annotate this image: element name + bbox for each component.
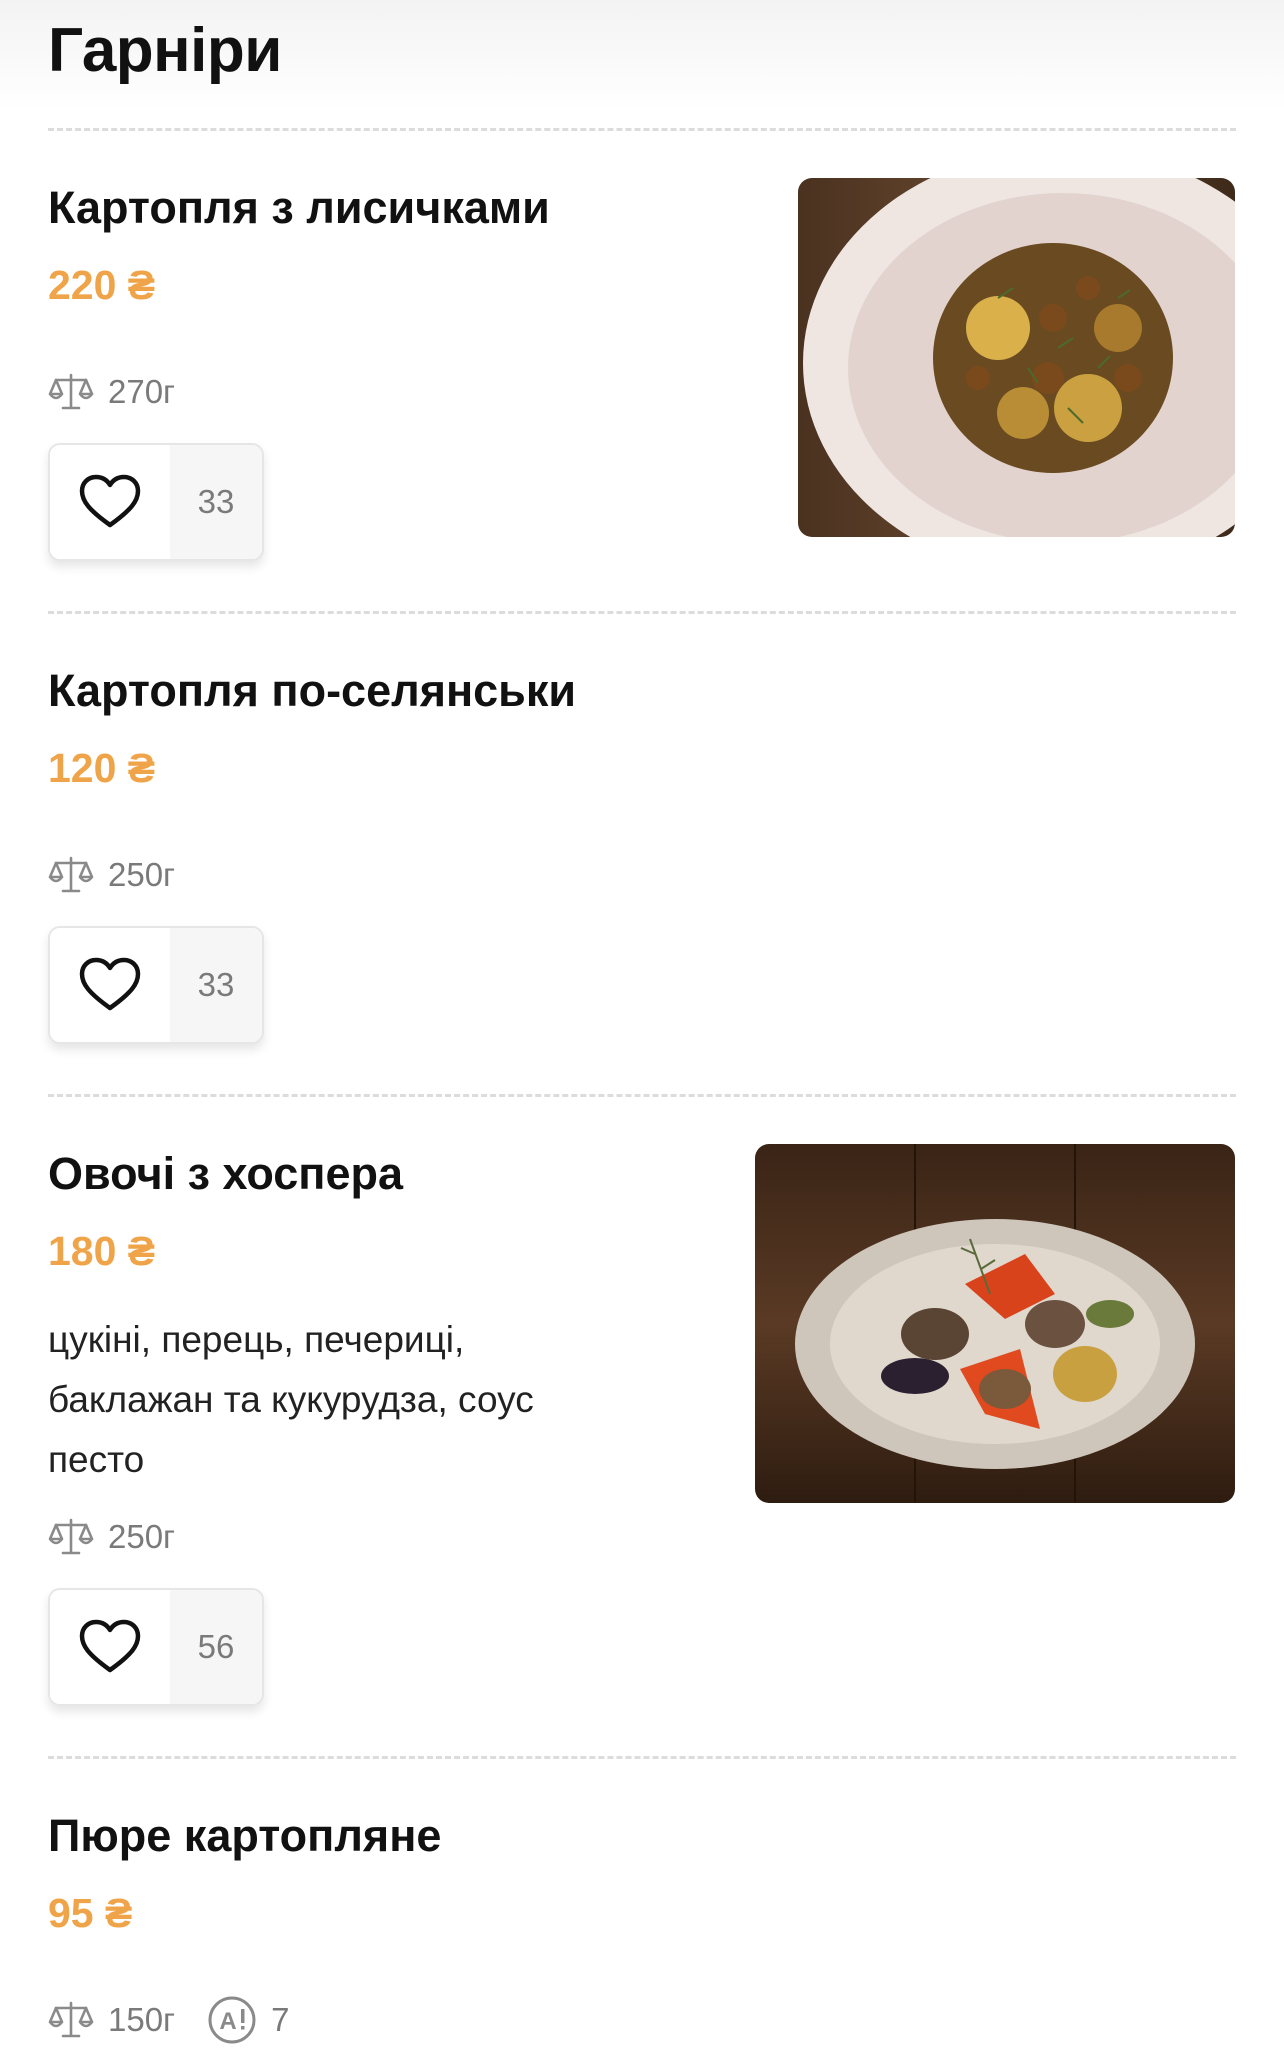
dish-image xyxy=(755,1144,1235,1503)
scale-icon xyxy=(48,1518,94,1555)
item-name[interactable]: Овочі з хоспера xyxy=(48,1146,403,1202)
item-weight: 250г xyxy=(108,1518,176,1555)
heart-icon xyxy=(79,474,141,528)
item-weight: 250г xyxy=(108,856,176,893)
item-price: 180 ₴ xyxy=(48,1228,156,1274)
dish-photo[interactable] xyxy=(798,178,1235,537)
item-description: цукіні, перець, печериці, баклажан та ку… xyxy=(48,1310,668,1490)
scale-icon xyxy=(48,373,94,410)
like-control[interactable]: 56 xyxy=(48,1588,264,1706)
item-name[interactable]: Картопля з лисичками xyxy=(48,180,550,236)
like-control[interactable]: 33 xyxy=(48,926,264,1044)
dish-photo[interactable] xyxy=(755,1144,1235,1503)
item-meta: 270г xyxy=(48,368,175,416)
divider xyxy=(48,611,1236,614)
section-title: Гарніри xyxy=(48,16,282,85)
allergen-icon: A xyxy=(208,1996,256,2044)
like-count: 33 xyxy=(170,445,262,559)
item-meta: 250г xyxy=(48,851,175,899)
scale-icon xyxy=(48,2001,94,2038)
item-weight: 270г xyxy=(108,373,176,410)
item-price: 120 ₴ xyxy=(48,745,156,791)
item-meta: 250г xyxy=(48,1513,175,1561)
item-name[interactable]: Картопля по-селянськи xyxy=(48,663,576,719)
heart-icon xyxy=(79,1619,141,1673)
description-line: цукіні, перець, печериці, xyxy=(48,1319,465,1360)
heart-icon xyxy=(79,957,141,1011)
like-button[interactable] xyxy=(50,928,170,1042)
like-count: 56 xyxy=(170,1590,262,1704)
section-header: Гарніри xyxy=(0,0,1284,110)
like-button[interactable] xyxy=(50,1590,170,1704)
like-count: 33 xyxy=(170,928,262,1042)
dish-image xyxy=(798,178,1235,537)
item-name[interactable]: Пюре картопляне xyxy=(48,1808,441,1864)
divider xyxy=(48,1094,1236,1097)
menu-page: Гарніри Картопля з лисичками 220 ₴ 270г xyxy=(0,0,1284,2053)
item-weight: 150г xyxy=(108,2001,176,2038)
description-line: баклажан та кукурудза, соус xyxy=(48,1379,534,1420)
divider xyxy=(48,128,1236,131)
allergen-count: 7 xyxy=(271,2001,290,2038)
item-price: 220 ₴ xyxy=(48,262,156,308)
divider xyxy=(48,1756,1236,1759)
item-price: 95 ₴ xyxy=(48,1890,133,1936)
item-meta: 150г A 7 xyxy=(48,1996,289,2044)
like-button[interactable] xyxy=(50,445,170,559)
svg-text:A: A xyxy=(219,2008,236,2035)
like-control[interactable]: 33 xyxy=(48,443,264,561)
description-line: песто xyxy=(48,1439,145,1480)
scale-icon xyxy=(48,856,94,893)
